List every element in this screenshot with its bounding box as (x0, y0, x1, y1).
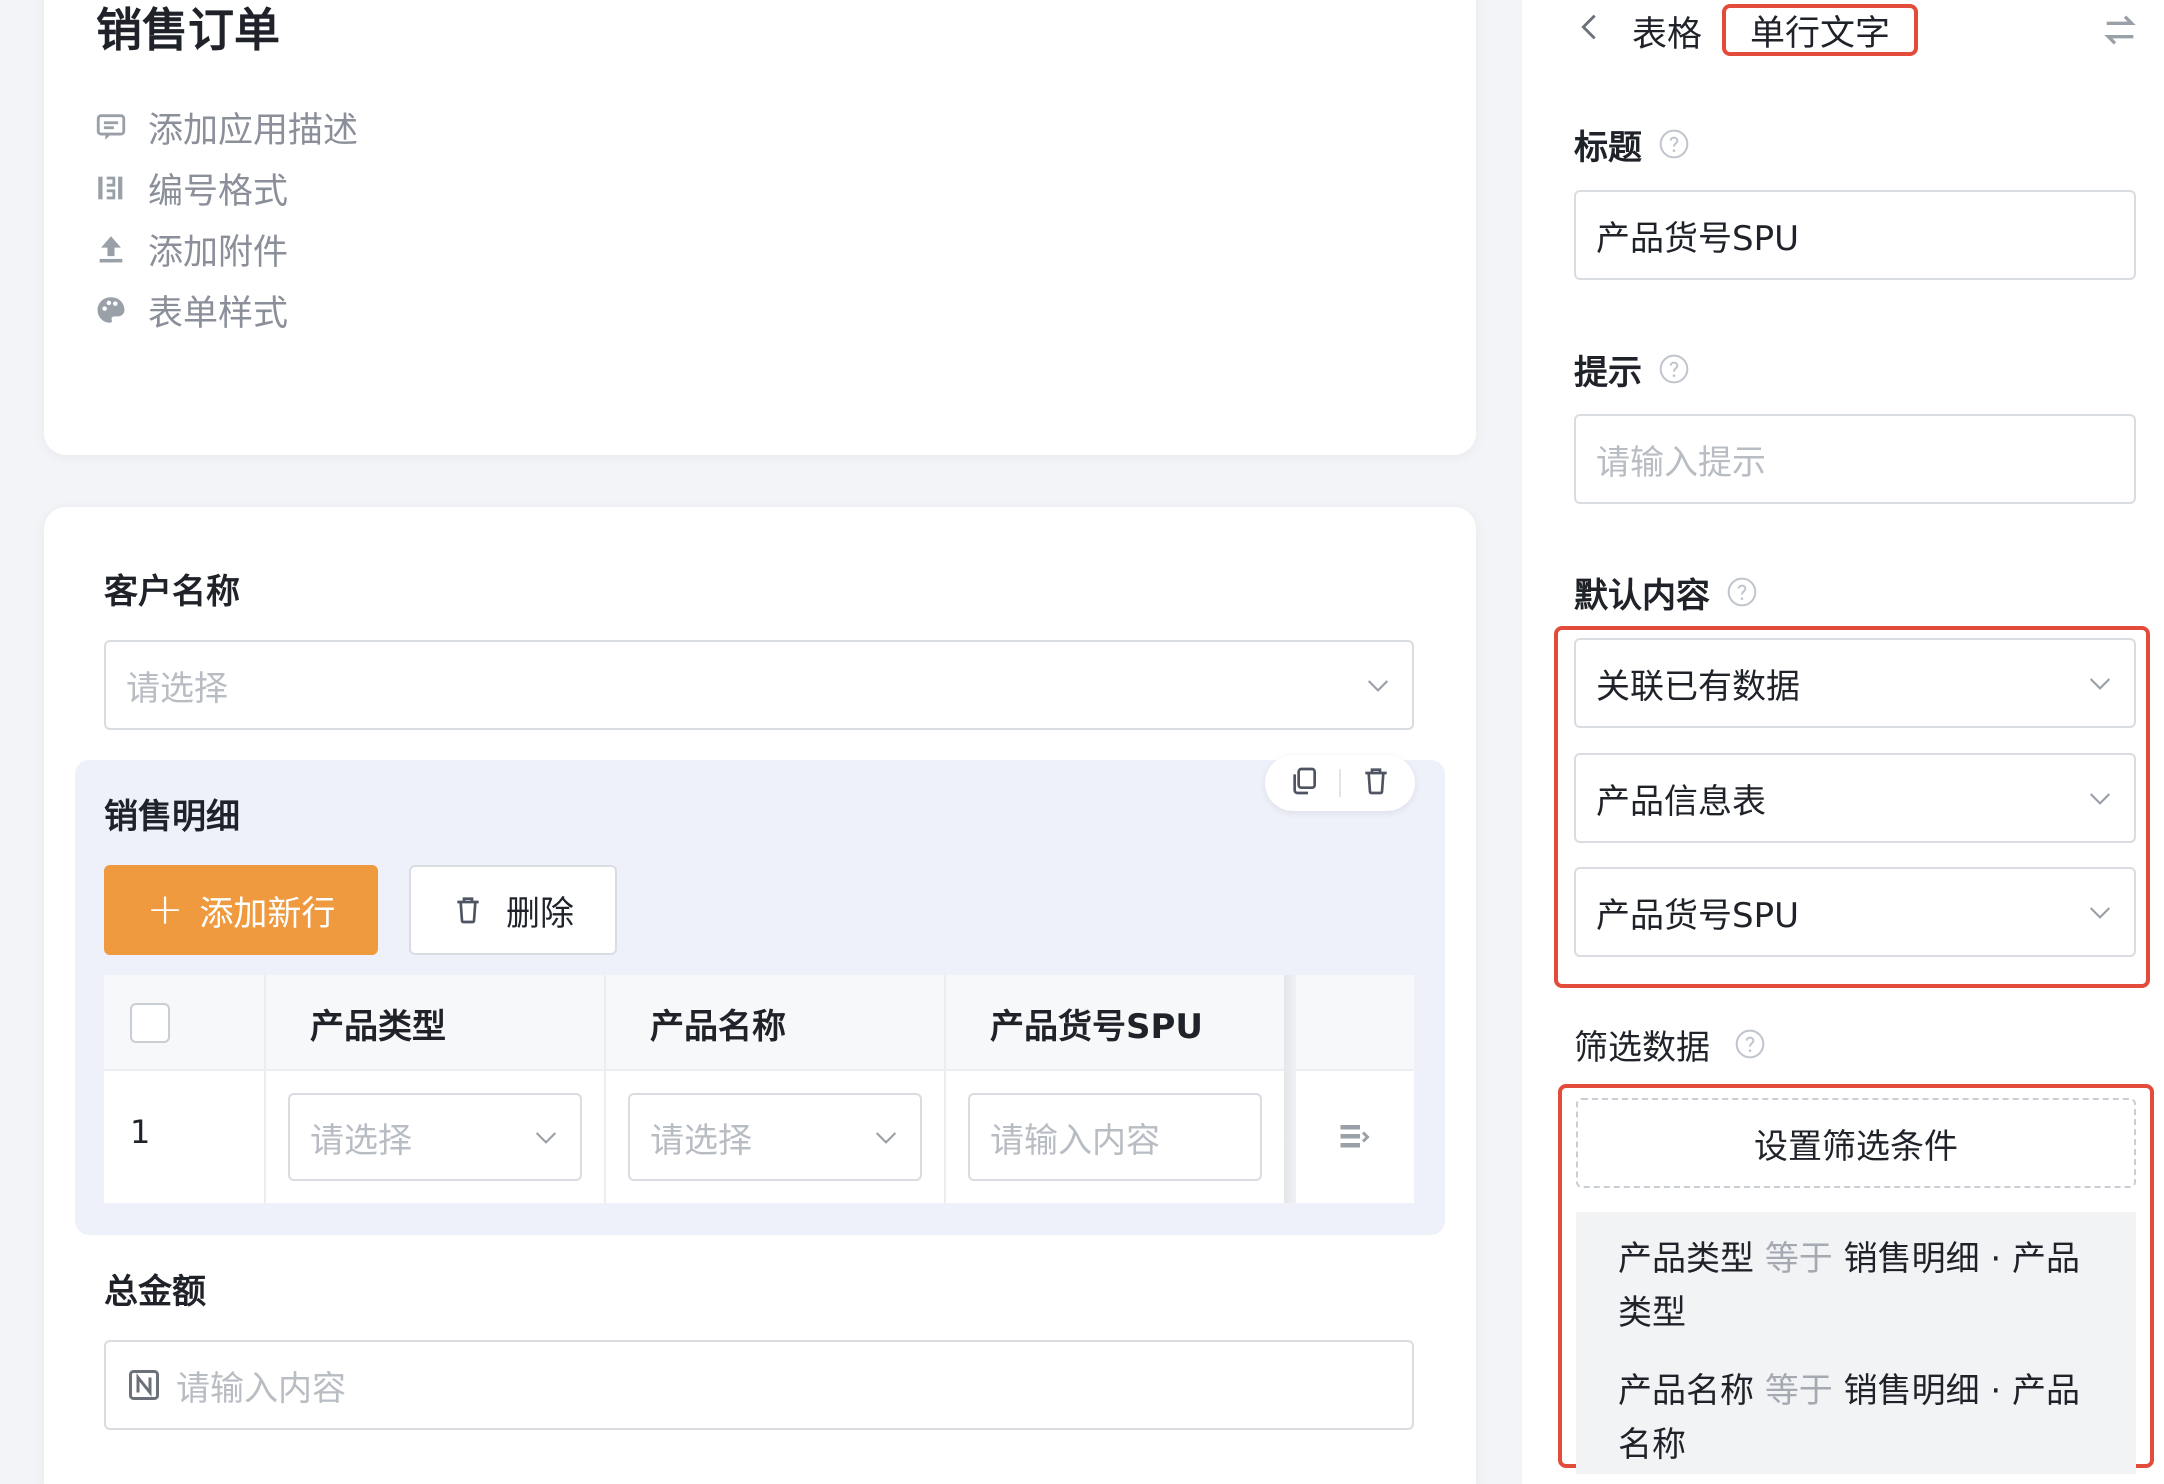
breadcrumb: 表格 (1576, 6, 1702, 56)
condition-operator: 等于 (1764, 1371, 1833, 1411)
row-detail-icon[interactable] (1336, 1119, 1372, 1155)
customer-label: 客户名称 (104, 572, 240, 612)
total-label: 总金额 (104, 1272, 206, 1312)
comment-icon (92, 108, 130, 146)
number-format-icon (92, 169, 130, 207)
toolbar-divider (1338, 769, 1341, 797)
table-cell: 请选择 (606, 1071, 946, 1203)
chevron-down-icon (1362, 669, 1394, 701)
palette-icon (92, 291, 130, 329)
product-type-select[interactable]: 请选择 (288, 1093, 582, 1181)
table-header: 产品类型 产品名称 产品货号SPU (104, 975, 1414, 1071)
hint-placeholder: 请输入提示 (1596, 442, 1766, 483)
customer-select[interactable]: 请选择 (104, 640, 1414, 730)
customer-placeholder: 请选择 (126, 668, 228, 709)
filter-condition[interactable]: 产品名称 等于 销售明细 · 产品名称 (1618, 1364, 2088, 1472)
add-row-label: 添加新行 (199, 893, 336, 934)
swap-icon[interactable] (2100, 10, 2140, 50)
hint-input[interactable]: 请输入提示 (1574, 414, 2136, 504)
page: 销售订单 添加应用描述 编号格式 添加附件 表单样式 客户名称 请选择 销售明细… (0, 0, 2164, 1484)
title-input[interactable]: 产品货号SPU (1574, 190, 2136, 280)
total-placeholder: 请输入内容 (176, 1368, 346, 1409)
default-label-text: 默认内容 (1574, 575, 1710, 616)
help-icon[interactable] (1658, 128, 1690, 160)
breadcrumb-parent[interactable]: 表格 (1632, 6, 1702, 57)
condition-operator: 等于 (1764, 1239, 1833, 1279)
select-value: 产品货号SPU (1596, 895, 1799, 936)
condition-field: 产品名称 (1618, 1371, 1754, 1411)
menu-label: 添加附件 (148, 232, 289, 273)
cell-placeholder: 请输入内容 (990, 1120, 1160, 1161)
breadcrumb-current: 单行文字 (1722, 4, 1918, 56)
title-label: 标题 (1574, 120, 1690, 168)
total-input[interactable]: 请输入内容 (104, 1340, 1414, 1430)
table-cell: 请选择 (266, 1071, 606, 1203)
product-spu-input[interactable]: 请输入内容 (968, 1093, 1262, 1181)
cell-placeholder: 请选择 (310, 1120, 412, 1161)
form-canvas: 销售订单 添加应用描述 编号格式 添加附件 表单样式 客户名称 请选择 销售明细… (0, 0, 1520, 1484)
column-header: 产品类型 (266, 975, 606, 1071)
default-field-select[interactable]: 产品货号SPU (1574, 867, 2136, 957)
plus-icon: + (146, 884, 184, 935)
header-select-cell (104, 975, 266, 1071)
upload-icon (92, 230, 130, 268)
hint-label: 提示 (1574, 345, 1690, 393)
hint-label-text: 提示 (1574, 352, 1642, 393)
help-icon[interactable] (1734, 1028, 1766, 1060)
menu-number-format[interactable]: 编号格式 (92, 163, 288, 213)
menu-form-style[interactable]: 表单样式 (92, 285, 288, 335)
product-name-select[interactable]: 请选择 (628, 1093, 922, 1181)
number-icon (126, 1367, 162, 1403)
trash-icon (457, 897, 479, 924)
copy-icon[interactable] (1288, 765, 1320, 801)
condition-field: 产品类型 (1618, 1239, 1754, 1279)
detail-table: 产品类型 产品名称 产品货号SPU 1 请选择 请选择 请输入内容 (104, 975, 1414, 1203)
menu-add-description[interactable]: 添加应用描述 (92, 102, 358, 152)
menu-add-attachment[interactable]: 添加附件 (92, 224, 288, 274)
column-header: 产品货号SPU (946, 975, 1286, 1071)
delete-label: 删除 (506, 893, 574, 934)
trash-icon[interactable] (1360, 765, 1392, 801)
filter-label-text: 筛选数据 (1574, 1027, 1710, 1068)
default-content-label: 默认内容 (1574, 568, 1758, 616)
table-cell: 请输入内容 (946, 1071, 1286, 1203)
row-action-cell (1296, 1071, 1414, 1203)
column-header: 产品名称 (606, 975, 946, 1071)
select-all-checkbox[interactable] (130, 1003, 170, 1043)
app-title[interactable]: 销售订单 (96, 0, 280, 60)
default-source-select[interactable]: 关联已有数据 (1574, 638, 2136, 728)
chevron-left-icon[interactable] (1576, 10, 1602, 53)
title-label-text: 标题 (1574, 127, 1642, 168)
cell-placeholder: 请选择 (650, 1120, 752, 1161)
menu-label: 添加应用描述 (148, 110, 359, 151)
set-filter-button[interactable]: 设置筛选条件 (1576, 1098, 2136, 1188)
sales-detail-label: 销售明细 (104, 797, 240, 837)
select-value: 关联已有数据 (1596, 666, 1800, 707)
default-table-select[interactable]: 产品信息表 (1574, 753, 2136, 843)
menu-label: 表单样式 (148, 293, 289, 334)
chevron-down-icon (2084, 896, 2116, 928)
chevron-down-icon (2084, 782, 2116, 814)
row-index-cell: 1 (104, 1071, 266, 1203)
row-index: 1 (130, 1113, 151, 1151)
fixed-column-shadow (1284, 975, 1296, 1203)
menu-label: 编号格式 (148, 171, 289, 212)
chevron-down-icon (870, 1121, 902, 1153)
select-value: 产品信息表 (1596, 781, 1766, 822)
add-row-button[interactable]: + 添加新行 (104, 865, 378, 955)
help-icon[interactable] (1658, 353, 1690, 385)
filter-data-label: 筛选数据 (1574, 1020, 1766, 1068)
chevron-down-icon (2084, 667, 2116, 699)
filter-condition[interactable]: 产品类型 等于 销售明细 · 产品类型 (1618, 1232, 2088, 1340)
detail-toolbar (1265, 755, 1415, 811)
help-icon[interactable] (1726, 576, 1758, 608)
delete-rows-button[interactable]: 删除 (409, 865, 617, 955)
chevron-down-icon (530, 1121, 562, 1153)
title-value: 产品货号SPU (1596, 218, 1799, 259)
filter-conditions: 产品类型 等于 销售明细 · 产品类型 产品名称 等于 销售明细 · 产品名称 (1576, 1212, 2136, 1474)
